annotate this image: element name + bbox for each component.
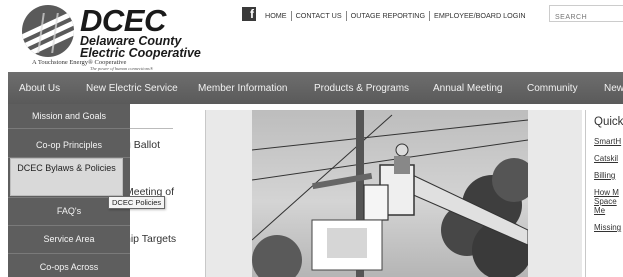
quick-link-missing[interactable]: Missing (594, 223, 621, 232)
dropdown-coop-principles[interactable]: Co-op Principles (8, 140, 130, 150)
nav-products-programs[interactable]: Products & Programs (314, 83, 409, 94)
logo-title: DCEC (80, 3, 166, 38)
outage-reporting-link[interactable]: OUTAGE REPORTING (345, 11, 429, 21)
touchstone-text: A Touchstone Energy® Cooperative (32, 59, 127, 66)
nav-member-information[interactable]: Member Information (198, 83, 287, 94)
dropdown-separator (8, 128, 130, 129)
quick-link-smarthub[interactable]: SmartH (594, 137, 621, 146)
dropdown-service-area[interactable]: Service Area (8, 234, 130, 244)
quick-link-catskill[interactable]: Catskil (594, 154, 618, 163)
left-item-targets[interactable]: hip Targets (125, 233, 176, 245)
utility-links: HOME CONTACT US OUTAGE REPORTING EMPLOYE… (265, 10, 530, 22)
left-column-divider (128, 128, 173, 129)
tooltip: DCEC Policies (108, 196, 166, 209)
logo-line-2: Electric Cooperative (80, 46, 201, 60)
nav-annual-meeting[interactable]: Annual Meeting (433, 83, 503, 94)
search-box (549, 5, 623, 25)
dropdown-coops-across[interactable]: Co-ops Across (8, 262, 130, 272)
dropdown-separator (8, 225, 130, 226)
quick-links-title: Quick (594, 116, 623, 128)
nav-new-electric-service[interactable]: New Electric Service (86, 83, 178, 94)
dropdown-mission-goals[interactable]: Mission and Goals (8, 111, 130, 121)
search-input[interactable] (550, 10, 623, 25)
facebook-icon[interactable]: f (242, 7, 256, 21)
dropdown-separator (8, 253, 130, 254)
employee-board-login-link[interactable]: EMPLOYEE/BOARD LOGIN (429, 11, 529, 21)
site-header: DCEC Delaware County Electric Cooperativ… (0, 0, 623, 72)
quick-links-panel: Quick SmartH Catskil Billing How M Space… (585, 110, 623, 277)
nav-about-us[interactable]: About Us (19, 83, 60, 94)
logo-emblem-icon (22, 5, 74, 57)
dcec-logo[interactable]: DCEC Delaware County Electric Cooperativ… (22, 3, 212, 71)
lineman-photo (252, 110, 528, 277)
quick-link-billing[interactable]: Billing (594, 171, 615, 180)
left-item-ballot[interactable]: g Ballot (125, 139, 160, 151)
main-nav: About Us New Electric Service Member Inf… (8, 72, 623, 104)
dropdown-bylaws-policies[interactable]: DCEC Bylaws & Policies (10, 163, 123, 174)
nav-new[interactable]: New (604, 83, 623, 94)
nav-community[interactable]: Community (527, 83, 578, 94)
quick-link-how[interactable]: How M (594, 188, 619, 197)
quick-link-me[interactable]: Me (594, 206, 605, 215)
home-link[interactable]: HOME (265, 11, 291, 21)
contact-us-link[interactable]: CONTACT US (290, 11, 346, 21)
quick-link-space[interactable]: Space (594, 197, 617, 206)
tagline-text: The power of human connections® (90, 66, 154, 71)
